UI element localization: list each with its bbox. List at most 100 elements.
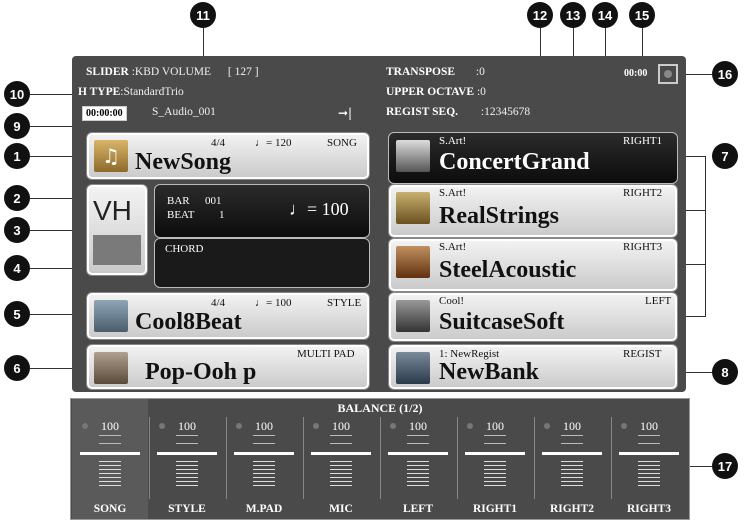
fader-tick <box>99 477 121 478</box>
channel-label: M.PAD <box>245 503 283 515</box>
voice-name: ConcertGrand <box>439 149 590 175</box>
fader-tick <box>99 465 121 466</box>
fader-tick <box>253 465 275 466</box>
audio-file-name[interactable]: S_Audio_001 <box>152 106 216 118</box>
channel-value: 100 <box>563 419 581 433</box>
bar-value: 001 <box>205 195 222 207</box>
piano-icon <box>396 140 430 172</box>
balance-channel-left[interactable]: 100 LEFT <box>380 399 456 519</box>
balance-channel-style[interactable]: 100 STYLE <box>149 399 225 519</box>
vh-type-row[interactable]: H TYPE:StandardTrio <box>78 86 184 98</box>
record-indicator[interactable] <box>658 64 678 84</box>
fader-tick <box>561 473 583 474</box>
regist-seq-row[interactable]: REGIST SEQ. :12345678 <box>386 106 530 118</box>
fader-knob[interactable] <box>388 452 448 455</box>
fader-tick <box>253 477 275 478</box>
fader-tick <box>561 465 583 466</box>
fader-tick <box>561 485 583 486</box>
upper-octave-row[interactable]: UPPER OCTAVE :0 <box>386 86 486 98</box>
fader-tick <box>407 469 429 470</box>
multipad-icon <box>94 352 128 384</box>
registration-bank-icon <box>396 352 430 384</box>
song-icon: ♫ <box>94 140 128 172</box>
vh-label: VH <box>93 195 132 226</box>
channel-label: SONG <box>93 503 127 515</box>
vh-graphic-icon <box>93 235 141 265</box>
fader-knob[interactable] <box>311 452 371 455</box>
bar-label: BAR <box>167 195 190 207</box>
clock: 00:00 <box>624 68 648 79</box>
fader-knob[interactable] <box>619 452 679 455</box>
callout-11: 11 <box>190 2 216 28</box>
fader-tick <box>253 461 275 462</box>
fader-tick <box>561 443 583 444</box>
voice-prefix: S.Art! <box>439 187 467 199</box>
fader-tick <box>638 461 660 462</box>
upper-octave-value: :0 <box>476 86 486 98</box>
fader-knob[interactable] <box>465 452 525 455</box>
fader-tick <box>638 469 660 470</box>
skip-end-icon[interactable]: ➞| <box>338 106 352 120</box>
balance-channel-mic[interactable]: 100 MIC <box>303 399 379 519</box>
channel-value: 100 <box>255 419 273 433</box>
multipad-name: Pop-Ooh p <box>145 359 257 385</box>
fader-knob[interactable] <box>80 452 140 455</box>
channel-value: 100 <box>332 419 350 433</box>
fader-tick <box>176 443 198 444</box>
balance-channel-right2[interactable]: 100 RIGHT2 <box>534 399 610 519</box>
fader-tick <box>484 473 506 474</box>
main-screen: SLIDER :KBD VOLUME [ 127 ] H TYPE:Standa… <box>72 56 686 392</box>
voice-panel-right2[interactable]: S.Art! RIGHT2 RealStrings <box>388 184 678 238</box>
multipad-panel[interactable]: MULTI PAD Pop-Ooh p <box>86 344 370 390</box>
fader-tick <box>99 435 121 436</box>
balance-channel-right3[interactable]: 100 RIGHT3 <box>611 399 687 519</box>
voice-part: RIGHT1 <box>623 135 663 147</box>
bar-beat-display: BAR 001 BEAT 1 ♩= 100 <box>154 184 370 238</box>
fader-tick <box>561 469 583 470</box>
song-tempo: ♩= 120 <box>255 137 292 149</box>
vocal-harmony-button[interactable]: VH <box>86 184 148 276</box>
callout-9: 9 <box>4 113 30 139</box>
channel-label: STYLE <box>168 503 206 515</box>
regist-panel[interactable]: 1: NewRegist REGIST NewBank <box>388 344 678 390</box>
beat-value: 1 <box>219 209 225 221</box>
fader-tick <box>176 481 198 482</box>
callout-12: 12 <box>527 2 553 28</box>
callout-8: 8 <box>712 359 738 385</box>
fader-tick <box>176 435 198 436</box>
electric-piano-icon <box>396 300 430 332</box>
voice-panel-left[interactable]: Cool! LEFT SuitcaseSoft <box>388 292 678 342</box>
channel-divider <box>611 417 612 499</box>
balance-channel-m-pad[interactable]: 100 M.PAD <box>226 399 302 519</box>
balance-channel-song[interactable]: 100 SONG <box>72 399 148 519</box>
fader-tick <box>330 477 352 478</box>
fader-tick <box>484 461 506 462</box>
voice-part: RIGHT3 <box>623 241 663 253</box>
slider-row[interactable]: SLIDER :KBD VOLUME [ 127 ] <box>86 66 259 78</box>
fader-knob[interactable] <box>157 452 217 455</box>
channel-divider <box>534 417 535 499</box>
transpose-row[interactable]: TRANSPOSE :0 <box>386 66 485 78</box>
balance-channel-right1[interactable]: 100 RIGHT1 <box>457 399 533 519</box>
fader-tick <box>99 443 121 444</box>
fader-knob[interactable] <box>234 452 294 455</box>
fader-tick <box>407 465 429 466</box>
transpose-label: TRANSPOSE <box>386 66 456 78</box>
channel-value: 100 <box>101 419 119 433</box>
vh-type-label: H TYPE <box>78 86 121 98</box>
fader-tick <box>638 477 660 478</box>
fader-knob[interactable] <box>542 452 602 455</box>
channel-value: 100 <box>409 419 427 433</box>
fader-tick <box>99 473 121 474</box>
voice-name: SteelAcoustic <box>439 257 577 283</box>
voice-panel-right1[interactable]: S.Art! RIGHT1 ConcertGrand <box>388 132 678 184</box>
fader-tick <box>253 473 275 474</box>
song-panel[interactable]: ♫ 4/4 ♩= 120 SONG NewSong <box>86 132 370 180</box>
channel-label: RIGHT2 <box>549 503 595 515</box>
fader-tick <box>176 485 198 486</box>
style-panel[interactable]: 4/4 ♩= 100 STYLE Cool8Beat <box>86 292 370 340</box>
voice-panel-right3[interactable]: S.Art! RIGHT3 SteelAcoustic <box>388 238 678 292</box>
regist-seq-label: REGIST SEQ. <box>386 106 459 118</box>
fader-tick <box>407 481 429 482</box>
channel-divider <box>457 417 458 499</box>
